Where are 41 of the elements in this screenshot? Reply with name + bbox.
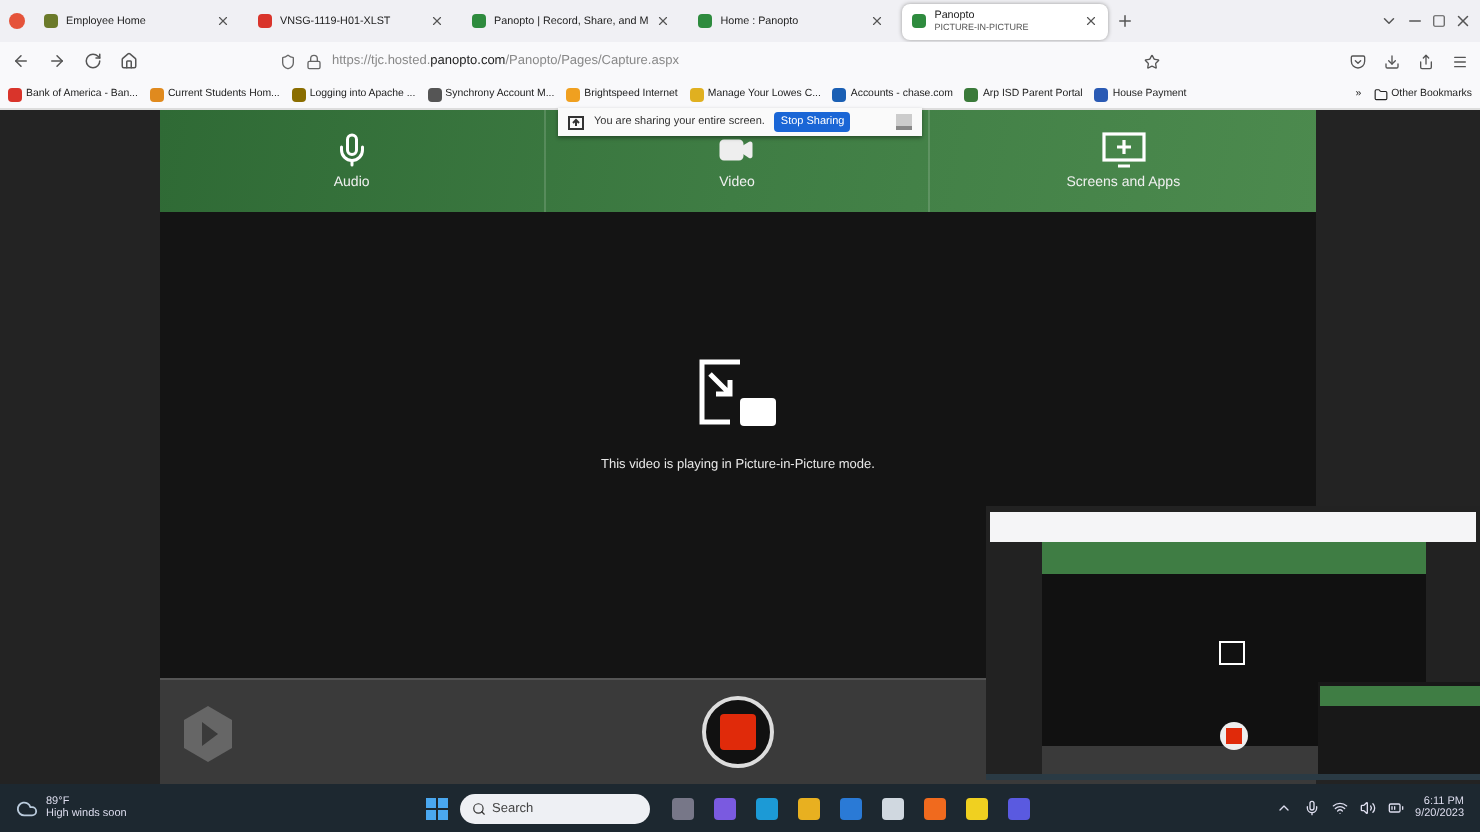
microphone-icon[interactable] (1303, 800, 1320, 816)
new-tab-icon[interactable] (1116, 12, 1135, 30)
play-logo-icon (180, 704, 236, 764)
monitor-plus-icon (1101, 132, 1146, 168)
folder-icon (1373, 87, 1388, 101)
taskbar-app-icon[interactable] (756, 797, 778, 819)
pocket-icon[interactable] (1350, 53, 1366, 69)
taskbar-app-icon[interactable] (798, 797, 820, 819)
star-icon[interactable] (1144, 53, 1160, 69)
screen-share-icon (568, 115, 584, 129)
start-icon[interactable] (426, 797, 448, 819)
back-icon[interactable] (12, 52, 30, 70)
close-icon[interactable] (1454, 12, 1472, 30)
close-icon[interactable] (656, 14, 671, 28)
close-icon[interactable] (216, 14, 230, 28)
maximize-icon[interactable] (1432, 14, 1446, 28)
chevron-up-icon[interactable] (1275, 800, 1292, 816)
close-icon[interactable] (430, 14, 444, 28)
menu-icon[interactable] (1452, 53, 1468, 69)
weather-icon[interactable] (16, 797, 38, 819)
wifi-icon[interactable] (1331, 800, 1348, 816)
download-icon[interactable] (1384, 53, 1400, 69)
forward-icon[interactable] (48, 52, 66, 70)
home-icon[interactable] (120, 52, 138, 70)
shield-icon (280, 53, 296, 69)
volume-icon[interactable] (1359, 800, 1376, 816)
close-icon[interactable] (870, 14, 885, 28)
taskbar-app-icon[interactable] (924, 797, 946, 819)
chevron-down-icon[interactable] (1380, 12, 1398, 30)
record-button[interactable] (702, 696, 774, 768)
lock-icon (306, 53, 322, 69)
picture-in-picture-icon (696, 358, 780, 430)
battery-icon[interactable] (1387, 800, 1404, 816)
reload-icon[interactable] (84, 52, 102, 70)
share-icon[interactable] (1418, 53, 1434, 69)
taskbar-app-icon[interactable] (882, 797, 904, 819)
search-icon (472, 801, 486, 815)
browser-logo-icon[interactable] (8, 12, 26, 30)
pip-window-drawing[interactable] (986, 506, 1480, 780)
close-icon[interactable] (1084, 14, 1099, 28)
taskbar-app-icon[interactable] (966, 797, 988, 819)
